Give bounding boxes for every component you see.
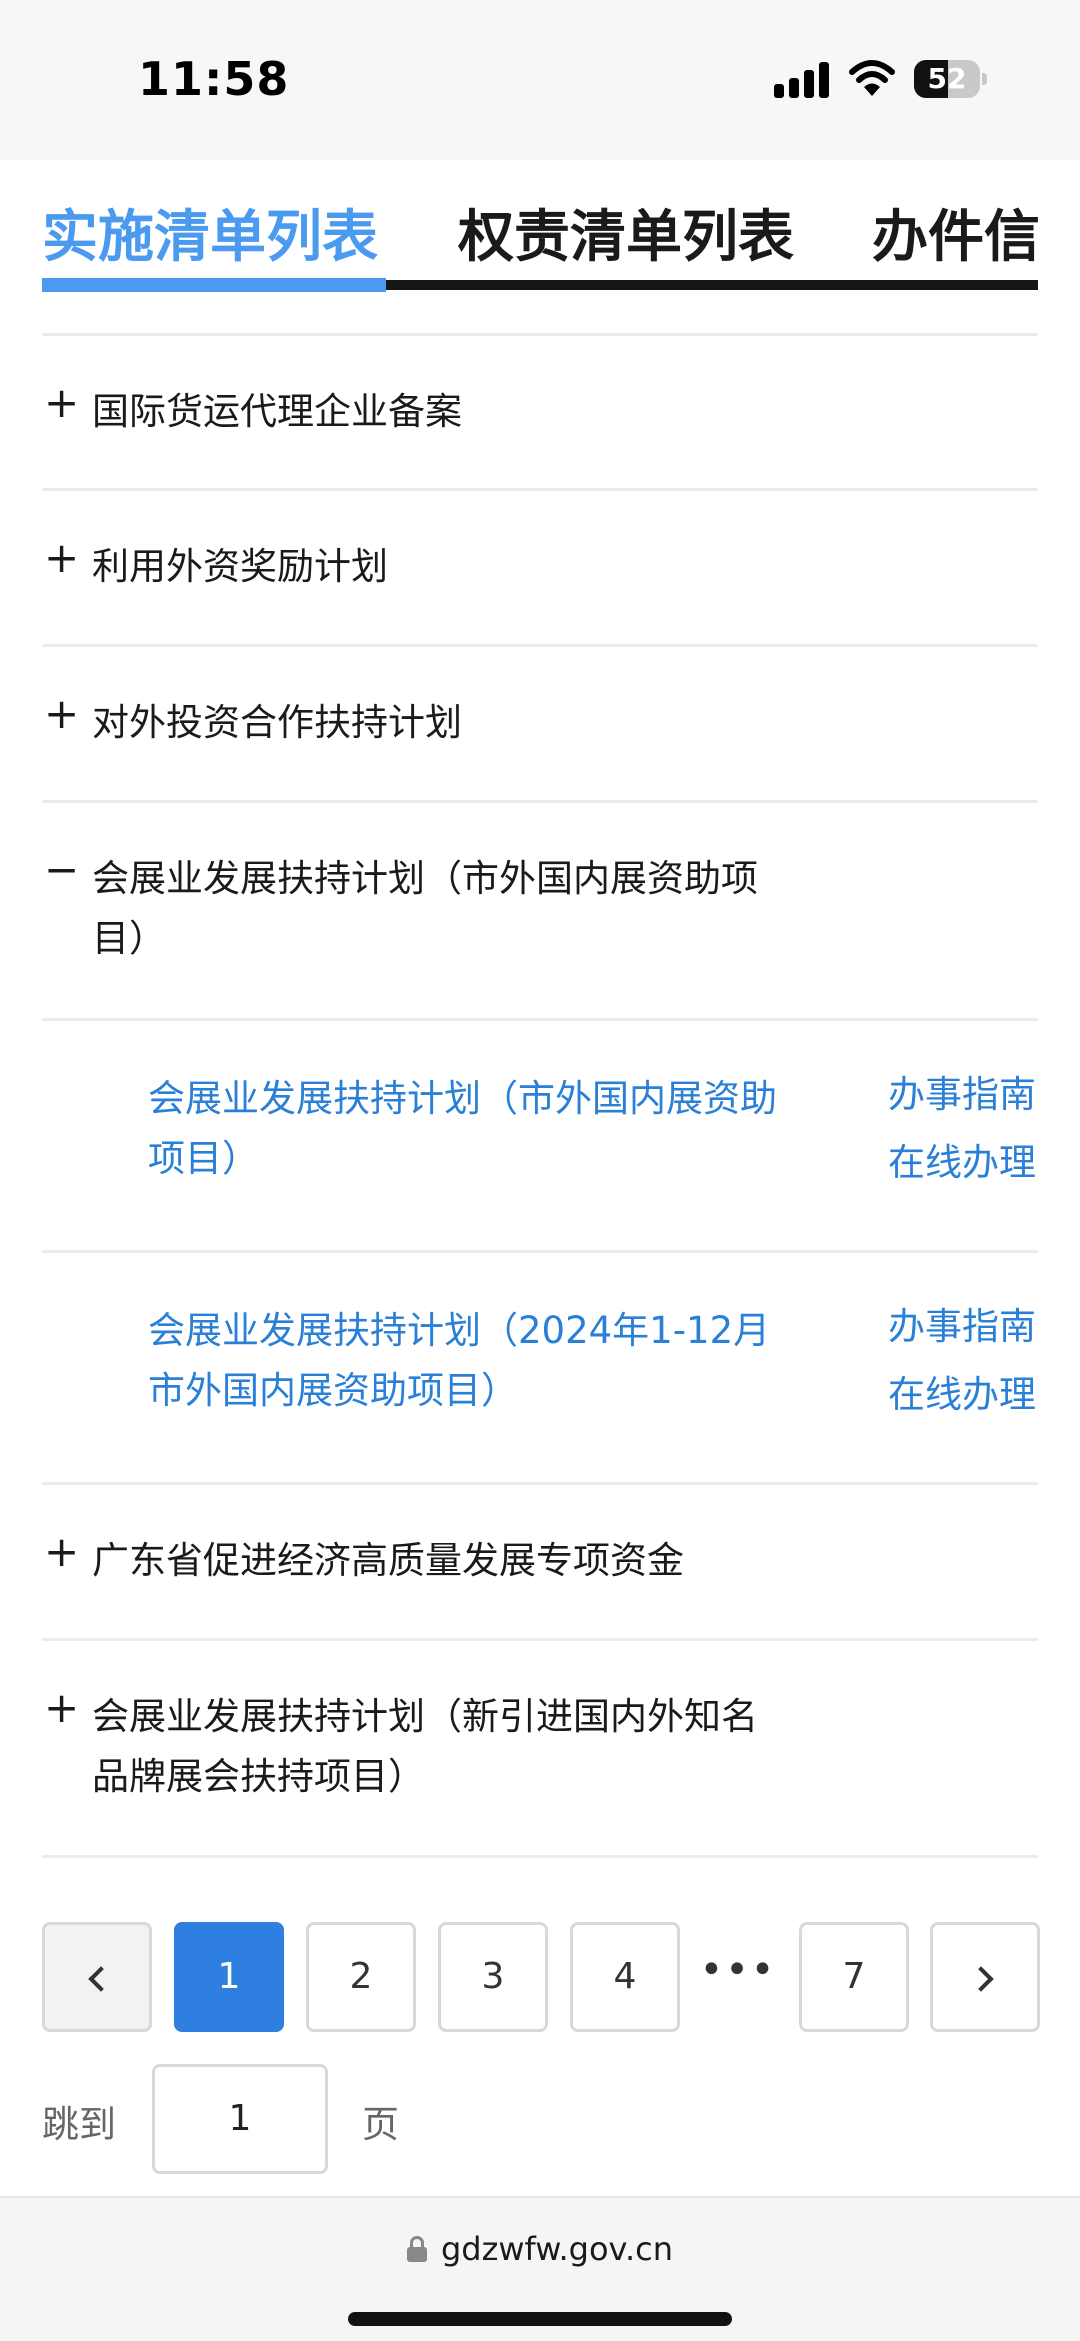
url-text: gdzwfw.gov.cn (440, 2230, 674, 2268)
list-item[interactable]: + 利用外资奖励计划 (42, 491, 1038, 644)
cellular-signal-icon (774, 62, 830, 98)
page-jump: 跳到 1 页 (42, 2064, 642, 2174)
prev-page-button[interactable] (42, 1922, 152, 2032)
screen: 11:58 52 实施清单列表 权责清单列表 办件信 + 国际货运代理企业备案 … (0, 0, 1080, 2341)
online-apply-link[interactable]: 在线办理 (888, 1361, 1036, 1429)
browser-address-bar: gdzwfw.gov.cn (0, 2196, 1080, 2341)
list-item-label: 利用外资奖励计划 (92, 545, 388, 588)
page-button-4[interactable]: 4 (570, 1922, 680, 2032)
item-list: + 国际货运代理企业备案 + 利用外资奖励计划 + 对外投资合作扶持计划 − 会… (42, 333, 1038, 1858)
sub-item-title[interactable]: 会展业发展扶持计划（市外国内展资助项目） (148, 1069, 788, 1189)
list-item-label: 国际货运代理企业备案 (92, 390, 462, 433)
list-item-label: 会展业发展扶持计划（新引进国内外知名品牌展会扶持项目） (92, 1695, 758, 1798)
home-indicator[interactable] (348, 2312, 732, 2326)
battery-icon: 52 (914, 60, 988, 98)
tab-implementation-list[interactable]: 实施清单列表 (42, 192, 378, 273)
address-field[interactable]: gdzwfw.gov.cn (0, 2230, 1080, 2268)
list-item-label: 广东省促进经济高质量发展专项资金 (92, 1539, 684, 1582)
collapse-icon[interactable]: − (44, 849, 79, 891)
jump-suffix-label: 页 (362, 2103, 399, 2146)
wifi-icon (849, 60, 895, 96)
page-button-7[interactable]: 7 (799, 1922, 909, 2032)
pagination-ellipsis: ••• (699, 1947, 777, 1993)
divider (42, 1855, 1038, 1858)
chevron-right-icon (968, 1966, 994, 1992)
tab-active-indicator (42, 278, 386, 292)
jump-page-input[interactable]: 1 (152, 2064, 328, 2174)
tab-responsibility-list[interactable]: 权责清单列表 (458, 192, 794, 273)
battery-level: 52 (927, 62, 967, 95)
tab-case-info[interactable]: 办件信 (872, 192, 1040, 273)
expand-icon[interactable]: + (44, 693, 79, 735)
expand-icon[interactable]: + (44, 537, 79, 579)
list-item-label: 对外投资合作扶持计划 (92, 701, 462, 744)
expand-icon[interactable]: + (44, 382, 79, 424)
expand-icon[interactable]: + (44, 1531, 79, 1573)
lock-icon (406, 2236, 427, 2262)
tab-bar: 实施清单列表 权责清单列表 办件信 (0, 160, 1080, 300)
online-apply-link[interactable]: 在线办理 (888, 1129, 1036, 1197)
service-guide-link[interactable]: 办事指南 (888, 1293, 1036, 1361)
sub-item-actions: 办事指南 在线办理 (888, 1293, 1036, 1429)
page-button-1[interactable]: 1 (174, 1922, 284, 2032)
list-item[interactable]: + 对外投资合作扶持计划 (42, 647, 1038, 800)
list-item-label: 会展业发展扶持计划（市外国内展资助项目） (92, 857, 758, 960)
page-button-2[interactable]: 2 (306, 1922, 416, 2032)
service-guide-link[interactable]: 办事指南 (888, 1061, 1036, 1129)
jump-prefix-label: 跳到 (42, 2103, 116, 2146)
list-item[interactable]: + 国际货运代理企业备案 (42, 336, 1038, 488)
list-item-expanded[interactable]: − 会展业发展扶持计划（市外国内展资助项目） (42, 803, 1038, 1018)
sub-item: 会展业发展扶持计划（2024年1-12月市外国内展资助项目） 办事指南 在线办理 (42, 1253, 1038, 1482)
pagination: 1 2 3 4 ••• 7 (42, 1922, 1040, 2032)
sub-item-title[interactable]: 会展业发展扶持计划（2024年1-12月市外国内展资助项目） (148, 1301, 788, 1421)
status-bar: 11:58 52 (0, 0, 1080, 160)
sub-item: 会展业发展扶持计划（市外国内展资助项目） 办事指南 在线办理 (42, 1021, 1038, 1250)
expand-icon[interactable]: + (44, 1687, 79, 1729)
status-time: 11:58 (138, 52, 290, 106)
page-button-3[interactable]: 3 (438, 1922, 548, 2032)
chevron-left-icon (88, 1966, 114, 1992)
list-item[interactable]: + 广东省促进经济高质量发展专项资金 (42, 1485, 1038, 1638)
list-item[interactable]: + 会展业发展扶持计划（新引进国内外知名品牌展会扶持项目） (42, 1641, 1038, 1855)
next-page-button[interactable] (930, 1922, 1040, 2032)
sub-item-actions: 办事指南 在线办理 (888, 1061, 1036, 1197)
